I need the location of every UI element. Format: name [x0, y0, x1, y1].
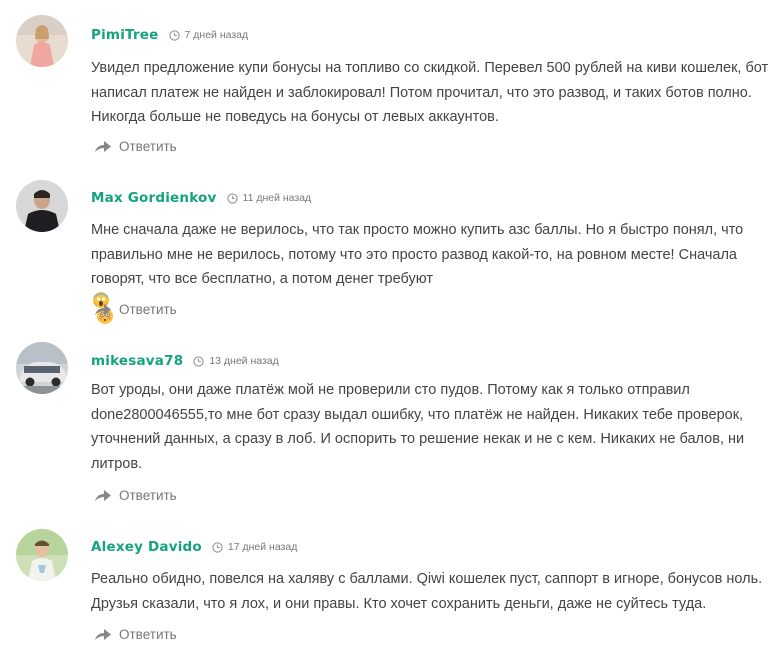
comment-header: Alexey Davido 17 дней назад: [91, 537, 297, 557]
clock-icon: [168, 29, 180, 41]
avatar[interactable]: [16, 15, 68, 67]
comment-line: говорят, что все бесплатно, а потом дене…: [91, 267, 751, 324]
author-link[interactable]: PimiTree: [91, 27, 159, 43]
comment-date: 11 дней назад: [242, 192, 312, 204]
comment-text: Вот уроды, они даже платёж мой не провер…: [91, 378, 751, 476]
reply-label: Ответить: [119, 487, 177, 503]
comment-line: Друзья сказали, что я лох, и они правы. …: [91, 595, 707, 612]
comment-text: Реально обидно, повелся на халяву с балл…: [91, 567, 763, 616]
reply-arrow-icon: [95, 140, 111, 152]
comment-date: 17 дней назад: [227, 541, 298, 553]
avatar[interactable]: [16, 342, 68, 394]
reply-button[interactable]: Ответить: [94, 625, 177, 643]
comment-line: Увидел предложение купи бонусы на топлив…: [91, 60, 769, 76]
clock-icon: [193, 355, 204, 367]
author-link[interactable]: Alexey Davido: [91, 539, 202, 555]
comment-line: правильно мне не верилось, потому что эт…: [91, 246, 737, 263]
reply-arrow-icon: [95, 303, 111, 315]
comment-line: Реально обидно, повелся на халяву с балл…: [91, 571, 763, 587]
reply-label: Ответить: [119, 138, 177, 154]
comment-date: 13 дней назад: [209, 355, 279, 367]
author-link[interactable]: mikesava78: [91, 353, 183, 369]
reply-arrow-icon: [95, 489, 111, 501]
reply-button[interactable]: Ответить: [94, 486, 177, 504]
comment-line: done2800046555,то мне бот сразу выдал ош…: [91, 406, 744, 423]
comment-header: PimiTree 7 дней назад: [91, 25, 248, 45]
avatar[interactable]: [16, 529, 68, 581]
reply-arrow-icon: [95, 628, 111, 640]
comment-line: Вот уроды, они даже платёж мой не провер…: [91, 382, 690, 398]
reply-button[interactable]: Ответить: [94, 300, 177, 318]
comment-line: Никогда больше не поведусь на бонусы от …: [91, 109, 499, 125]
comment-line: написал платеж не найден и заблокировал!…: [91, 84, 752, 101]
comment-text: Мне сначала даже не верилось, что так пр…: [91, 218, 751, 324]
comment-date: 7 дней назад: [184, 29, 249, 41]
reply-label: Ответить: [119, 626, 177, 642]
comment-line: Мне сначала даже не верилось, что так пр…: [91, 222, 744, 238]
comment-text: Увидел предложение купи бонусы на топлив…: [91, 56, 769, 130]
avatar[interactable]: [16, 180, 68, 232]
comment-line: уточнений данных, а сразу в лоб. И оспор…: [91, 431, 745, 447]
clock-icon: [212, 541, 223, 553]
comment-line-text: говорят, что все бесплатно, а потом дене…: [91, 271, 433, 287]
clock-icon: [226, 192, 238, 204]
author-link[interactable]: Max Gordienkov: [91, 190, 217, 206]
reply-label: Ответить: [119, 301, 177, 317]
comment-header: Max Gordienkov 11 дней назад: [91, 188, 311, 208]
comment-line: литров.: [91, 455, 143, 472]
reply-button[interactable]: Ответить: [94, 137, 177, 155]
comment-header: mikesava78 13 дней назад: [91, 351, 279, 371]
